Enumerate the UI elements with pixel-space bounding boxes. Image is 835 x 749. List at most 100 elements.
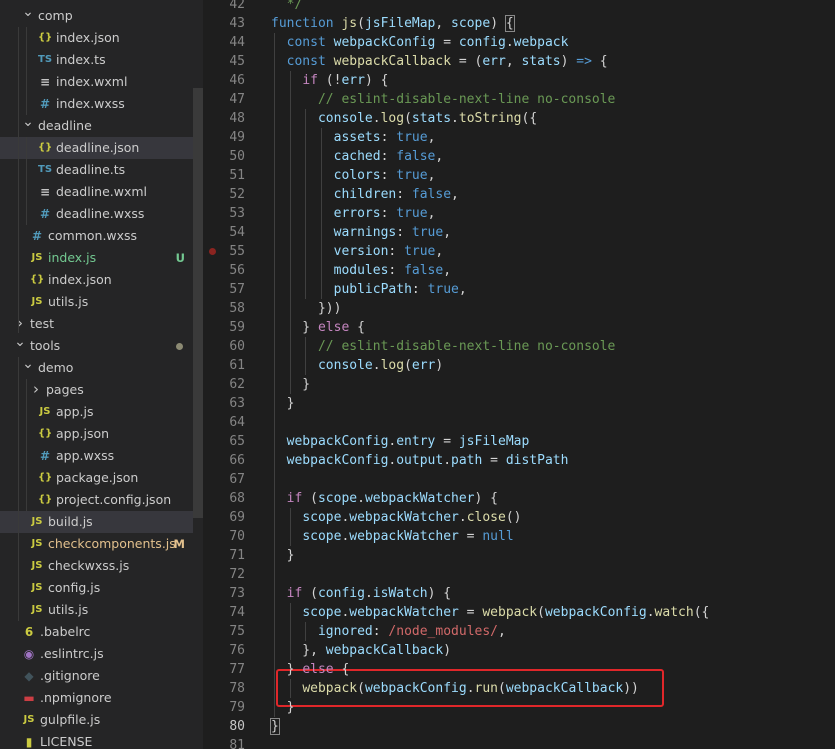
explorer-file-build-js[interactable]: JS build.js [0, 511, 193, 533]
breakpoint-dot-icon[interactable] [209, 248, 216, 255]
tree-indent-guide [26, 379, 27, 511]
explorer-file-gulpfile-js[interactable]: JS gulpfile.js [0, 709, 193, 731]
explorer-file-app-json[interactable]: {} app.json [0, 423, 193, 445]
code-line[interactable]: 67 [203, 470, 835, 489]
code-line[interactable]: 74 scope. webpackWatcher = webpack(webpac… [203, 603, 835, 622]
code-editor[interactable]: 42 */43 function js(jsFileMap, scope) {44… [203, 0, 835, 749]
line-number: 57 [229, 282, 245, 297]
code-line[interactable]: 68 if (scope.webpackWatcher) { [203, 489, 835, 508]
explorer-file--gitignore[interactable]: ◆ .gitignore [0, 665, 193, 687]
code-token: webpack [482, 605, 538, 620]
code-token: jsFileMap [364, 16, 436, 31]
code-text: errors: true, [271, 204, 436, 223]
explorer-file-project-config-json[interactable]: {} project.config.json [0, 489, 193, 511]
code-line[interactable]: 59 } else { [203, 318, 835, 337]
tree-indent-guide [18, 357, 19, 621]
code-token: => [576, 54, 592, 69]
explorer-folder-comp[interactable]: ⌄ comp [0, 4, 193, 27]
line-number: 78 [229, 681, 245, 696]
explorer-scrollbar-thumb[interactable] [193, 88, 203, 518]
code-line[interactable]: 75 ignored: /node_modules/, [203, 622, 835, 641]
line-number: 45 [229, 54, 245, 69]
explorer-file-checkcomponents-js[interactable]: JS checkcomponents.js M [0, 533, 193, 555]
code-line[interactable]: 54 warnings: true, [203, 223, 835, 242]
code-line[interactable]: 61 console.log(err) [203, 356, 835, 375]
explorer-file-utils-js[interactable]: JS utils.js [0, 599, 193, 621]
code-line[interactable]: 55 version: true, [203, 242, 835, 261]
explorer-file-index-json[interactable]: {} index.json [0, 27, 193, 49]
explorer-file-index-wxml[interactable]: ≡ index.wxml [0, 71, 193, 93]
code-line[interactable]: 63 } [203, 394, 835, 413]
code-line[interactable]: 46 if (!err) { [203, 71, 835, 90]
explorer-file-license[interactable]: ▮ LICENSE [0, 731, 193, 749]
code-line[interactable]: 79 } [203, 698, 835, 717]
explorer-file-common-wxss[interactable]: # common.wxss [0, 225, 193, 247]
explorer-file-checkwxss-js[interactable]: JS checkwxss.js [0, 555, 193, 577]
code-token: jsFileMap [458, 434, 530, 449]
code-line[interactable]: 49 assets: true, [203, 128, 835, 147]
explorer-file-app-js[interactable]: JS app.js [0, 401, 193, 423]
line-number: 77 [229, 662, 245, 677]
code-line[interactable]: 42 */ [203, 0, 835, 14]
explorer-folder-demo[interactable]: ⌄ demo [0, 356, 193, 379]
explorer-file-app-wxss[interactable]: # app.wxss [0, 445, 193, 467]
code-line[interactable]: 64 [203, 413, 835, 432]
line-number: 80 [229, 719, 245, 734]
code-line[interactable]: 65 webpackConfig.entry = jsFileMap [203, 432, 835, 451]
explorer-folder-deadline[interactable]: ⌄ deadline [0, 114, 193, 137]
code-token: )) [623, 681, 639, 696]
code-line[interactable]: 48 console.log(stats.toString({ [203, 109, 835, 128]
code-line[interactable]: 47 // eslint-disable-next-line no-consol… [203, 90, 835, 109]
code-token: false [411, 187, 452, 202]
explorer-folder-test[interactable]: › test [0, 313, 193, 335]
explorer-file-index-ts[interactable]: TS index.ts [0, 49, 193, 71]
chevron-down-icon: ⌄ [22, 4, 34, 20]
explorer-file-index-json[interactable]: {} index.json [0, 269, 193, 291]
code-line[interactable]: 43 function js(jsFileMap, scope) { [203, 14, 835, 33]
explorer-item-label: .gitignore [40, 668, 100, 683]
explorer-file-utils-js[interactable]: JS utils.js [0, 291, 193, 313]
explorer-item-label: index.ts [56, 52, 106, 67]
code-text: cached: false, [271, 147, 444, 166]
explorer-file-index-js[interactable]: JS index.js U [0, 247, 193, 269]
explorer-file--npmignore[interactable]: ▬ .npmignore [0, 687, 193, 709]
explorer-file-deadline-ts[interactable]: TS deadline.ts [0, 159, 193, 181]
code-line[interactable]: 81 [203, 736, 835, 749]
code-line[interactable]: 70 scope.webpackWatcher = null [203, 527, 835, 546]
json-file-icon: {} [38, 32, 53, 43]
explorer-file-package-json[interactable]: {} package.json [0, 467, 193, 489]
wxss-file-icon: # [39, 207, 51, 221]
code-line[interactable]: 80} [203, 717, 835, 736]
code-line[interactable]: 52 children: false, [203, 185, 835, 204]
explorer-file-config-js[interactable]: JS config.js [0, 577, 193, 599]
explorer-file-deadline-wxss[interactable]: # deadline.wxss [0, 203, 193, 225]
explorer-sidebar: ⌄ comp{} index.json TS index.ts ≡ index.wxml # i… [0, 0, 193, 749]
explorer-file-deadline-json[interactable]: {} deadline.json [0, 137, 193, 159]
code-line[interactable]: 53 errors: true, [203, 204, 835, 223]
code-line[interactable]: 57 publicPath: true, [203, 280, 835, 299]
code-line[interactable]: 76 }, webpackCallback) [203, 641, 835, 660]
code-line[interactable]: 45 const webpackCallback = (err, stats) … [203, 52, 835, 71]
code-line[interactable]: 72 [203, 565, 835, 584]
code-line[interactable]: 73 if (config.isWatch) { [203, 584, 835, 603]
explorer-file--eslintrc-js[interactable]: ◉ .eslintrc.js [0, 643, 193, 665]
code-line[interactable]: 69 scope.webpackWatcher.close() [203, 508, 835, 527]
code-line[interactable]: 44 const webpackConfig = config.webpack [203, 33, 835, 52]
code-line[interactable]: 71 } [203, 546, 835, 565]
code-line[interactable]: 60 // eslint-disable-next-line no-consol… [203, 337, 835, 356]
code-line[interactable]: 62 } [203, 375, 835, 394]
code-line[interactable]: 66 webpackConfig.output.path = distPath [203, 451, 835, 470]
explorer-file--babelrc[interactable]: 6 .babelrc [0, 621, 193, 643]
code-line[interactable]: 78 webpack(webpackConfig.run(webpackCall… [203, 679, 835, 698]
code-line[interactable]: 51 colors: true, [203, 166, 835, 185]
code-token: err [411, 358, 436, 373]
code-line[interactable]: 77 } else { [203, 660, 835, 679]
indent-guide [289, 508, 291, 546]
explorer-file-deadline-wxml[interactable]: ≡ deadline.wxml [0, 181, 193, 203]
code-line[interactable]: 50 cached: false, [203, 147, 835, 166]
code-line[interactable]: 58 })) [203, 299, 835, 318]
code-token: err [482, 54, 506, 69]
explorer-folder-pages[interactable]: › pages [0, 379, 193, 401]
code-line[interactable]: 56 modules: false, [203, 261, 835, 280]
